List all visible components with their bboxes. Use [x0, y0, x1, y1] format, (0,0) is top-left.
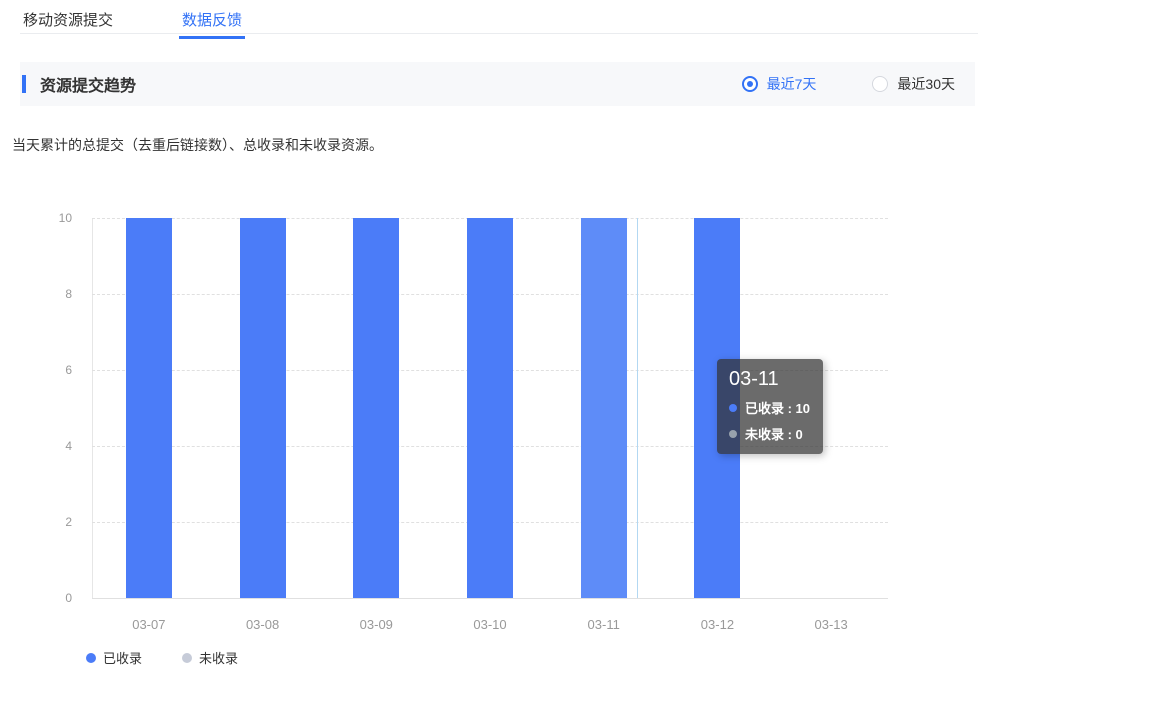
legend-dot-icon — [86, 653, 96, 663]
tooltip-value-text: 未收录 : 0 — [745, 424, 803, 443]
tooltip-value-text: 已收录 : 10 — [745, 398, 810, 417]
legend-item-已收录[interactable]: 已收录 — [86, 648, 142, 667]
x-axis-label-03-13: 03-13 — [791, 617, 871, 632]
bar-已收录-03-10[interactable] — [467, 218, 513, 598]
y-axis-tick-10: 10 — [0, 211, 72, 225]
y-axis-tick-2: 2 — [0, 515, 72, 529]
x-axis-line — [92, 598, 888, 599]
chart-tooltip: 03-11 已收录 : 10 未收录 : 0 — [717, 359, 823, 454]
bar-已收录-03-11[interactable] — [581, 218, 627, 598]
x-axis-label-03-09: 03-09 — [336, 617, 416, 632]
y-axis-line — [92, 218, 93, 598]
x-axis-label-03-08: 03-08 — [223, 617, 303, 632]
x-axis-label-03-10: 03-10 — [450, 617, 530, 632]
indexed-dot-icon — [729, 404, 737, 412]
unindexed-dot-icon — [729, 430, 737, 438]
legend-label: 已收录 — [103, 648, 142, 667]
bar-已收录-03-08[interactable] — [240, 218, 286, 598]
chart-legend: 已收录 未收录 — [86, 648, 238, 667]
legend-dot-icon — [182, 653, 192, 663]
legend-item-未收录[interactable]: 未收录 — [182, 648, 238, 667]
y-axis-tick-4: 4 — [0, 439, 72, 453]
x-axis-label-03-12: 03-12 — [677, 617, 757, 632]
axis-pointer-line — [637, 218, 638, 598]
y-axis-tick-8: 8 — [0, 287, 72, 301]
tooltip-row-未收录: 未收录 : 0 — [729, 424, 811, 443]
bar-已收录-03-07[interactable] — [126, 218, 172, 598]
tooltip-date-title: 03-11 — [729, 368, 811, 391]
y-axis-tick-0: 0 — [0, 591, 72, 605]
submission-trend-chart: 0 2 4 6 8 10 03-07 03-08 03-09 03-10 03-11 03-12 03-… — [0, 0, 1154, 719]
legend-label: 未收录 — [199, 648, 238, 667]
y-axis-tick-6: 6 — [0, 363, 72, 377]
tooltip-row-已收录: 已收录 : 10 — [729, 398, 811, 417]
x-axis-label-03-07: 03-07 — [109, 617, 189, 632]
x-axis-label-03-11: 03-11 — [564, 617, 644, 632]
bar-已收录-03-09[interactable] — [353, 218, 399, 598]
